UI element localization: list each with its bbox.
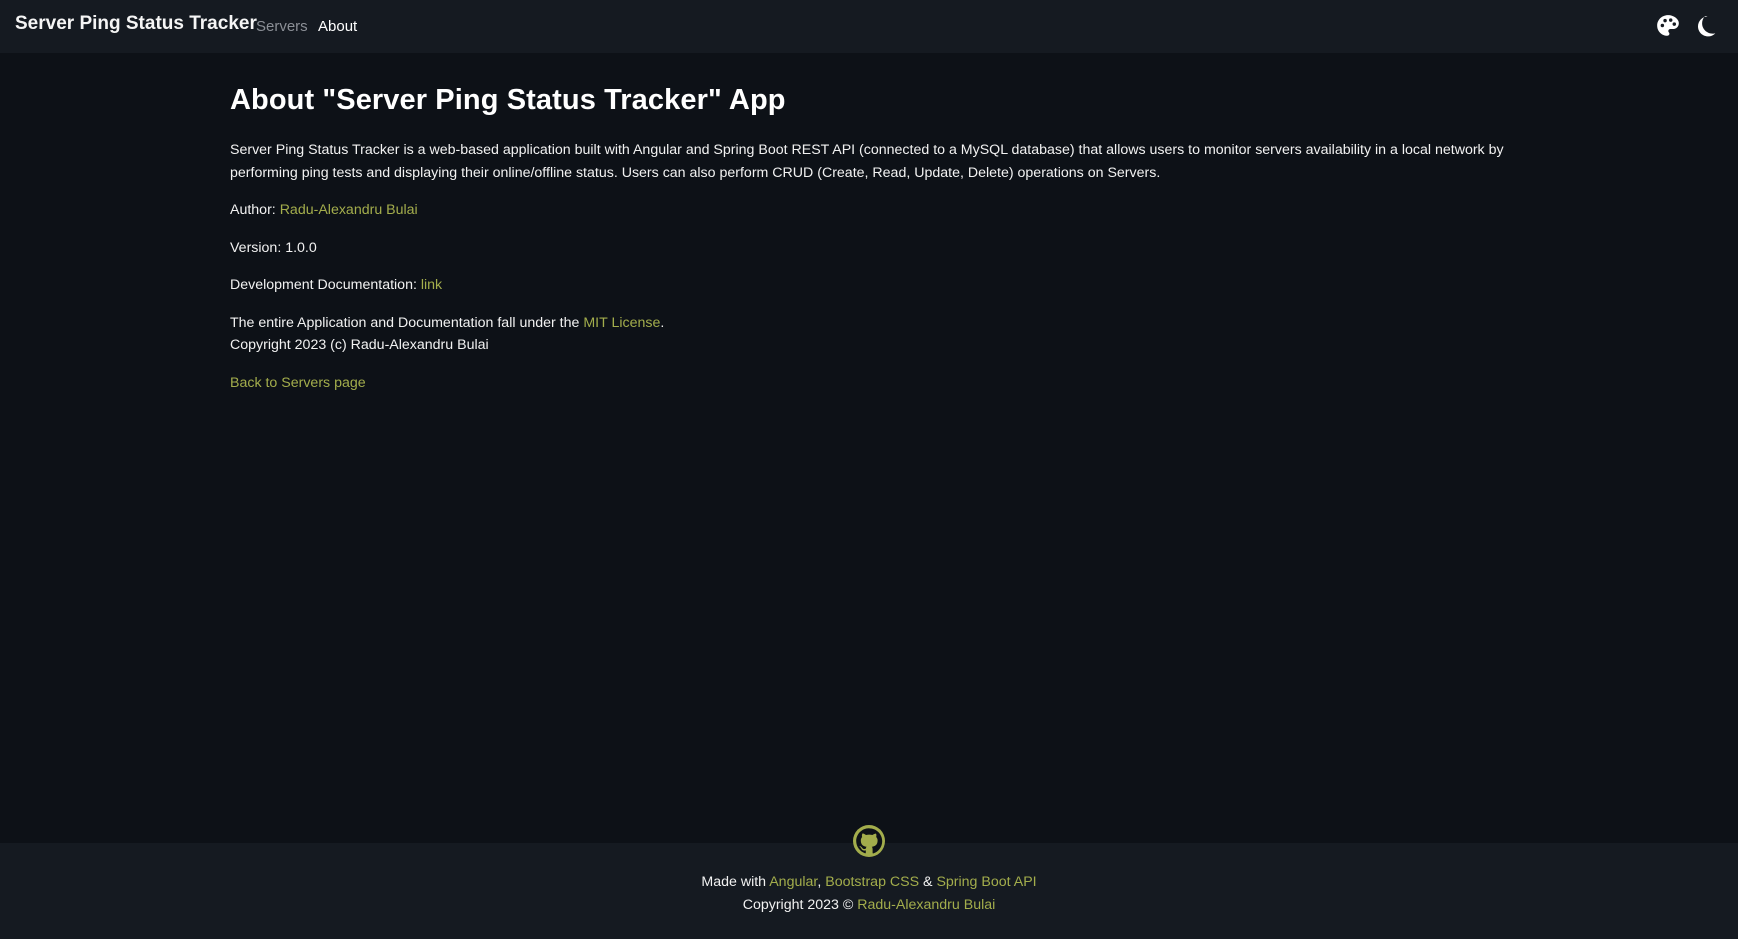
author-link[interactable]: Radu-Alexandru Bulai — [280, 202, 418, 218]
author-line: Author: Radu-Alexandru Bulai — [230, 199, 1530, 222]
app-description: Server Ping Status Tracker is a web-base… — [230, 142, 1504, 181]
footer-copyright-label: Copyright 2023 © — [742, 897, 858, 913]
docs-link[interactable]: link — [421, 277, 442, 293]
angular-link[interactable]: Angular — [769, 874, 817, 890]
footer-author-link[interactable]: Radu-Alexandru Bulai — [857, 897, 995, 913]
mit-license-link[interactable]: MIT License — [583, 315, 660, 331]
license-prefix: The entire Application and Documentation… — [230, 314, 584, 331]
footer-made-with: Made with Angular, Bootstrap CSS & Sprin… — [0, 874, 1738, 890]
docs-label: Development Documentation: — [230, 277, 421, 293]
made-with-label: Made with — [701, 874, 770, 890]
spring-boot-link[interactable]: Spring Boot API — [936, 874, 1036, 890]
docs-line: Development Documentation: link — [230, 274, 1530, 297]
footer-copyright: Copyright 2023 © Radu-Alexandru Bulai — [0, 897, 1738, 913]
ampersand-separator: & — [919, 874, 937, 890]
copyright-line: Copyright 2023 (c) Radu-Alexandru Bulai — [230, 337, 489, 353]
bootstrap-link[interactable]: Bootstrap CSS — [825, 874, 919, 890]
github-icon[interactable] — [853, 825, 885, 857]
back-line: Back to Servers page — [230, 372, 1530, 395]
license-suffix: . — [660, 314, 665, 331]
brand-link[interactable]: Server Ping Status Tracker — [15, 13, 257, 35]
nav-link-servers[interactable]: Servers — [256, 18, 308, 35]
moon-icon[interactable] — [1692, 12, 1720, 40]
page-title: About "Server Ping Status Tracker" App — [230, 84, 786, 116]
nav-link-about[interactable]: About — [318, 18, 357, 35]
about-content: About "Server Ping Status Tracker" App S… — [230, 84, 1530, 409]
palette-icon[interactable] — [1654, 12, 1682, 40]
footer — [0, 843, 1738, 939]
author-label: Author: — [230, 202, 280, 218]
back-to-servers-link[interactable]: Back to Servers page — [230, 375, 366, 391]
version-line: Version: 1.0.0 — [230, 239, 317, 256]
navbar: Server Ping Status Tracker Servers About — [0, 0, 1738, 53]
license-block: The entire Application and Documentation… — [230, 312, 1530, 357]
